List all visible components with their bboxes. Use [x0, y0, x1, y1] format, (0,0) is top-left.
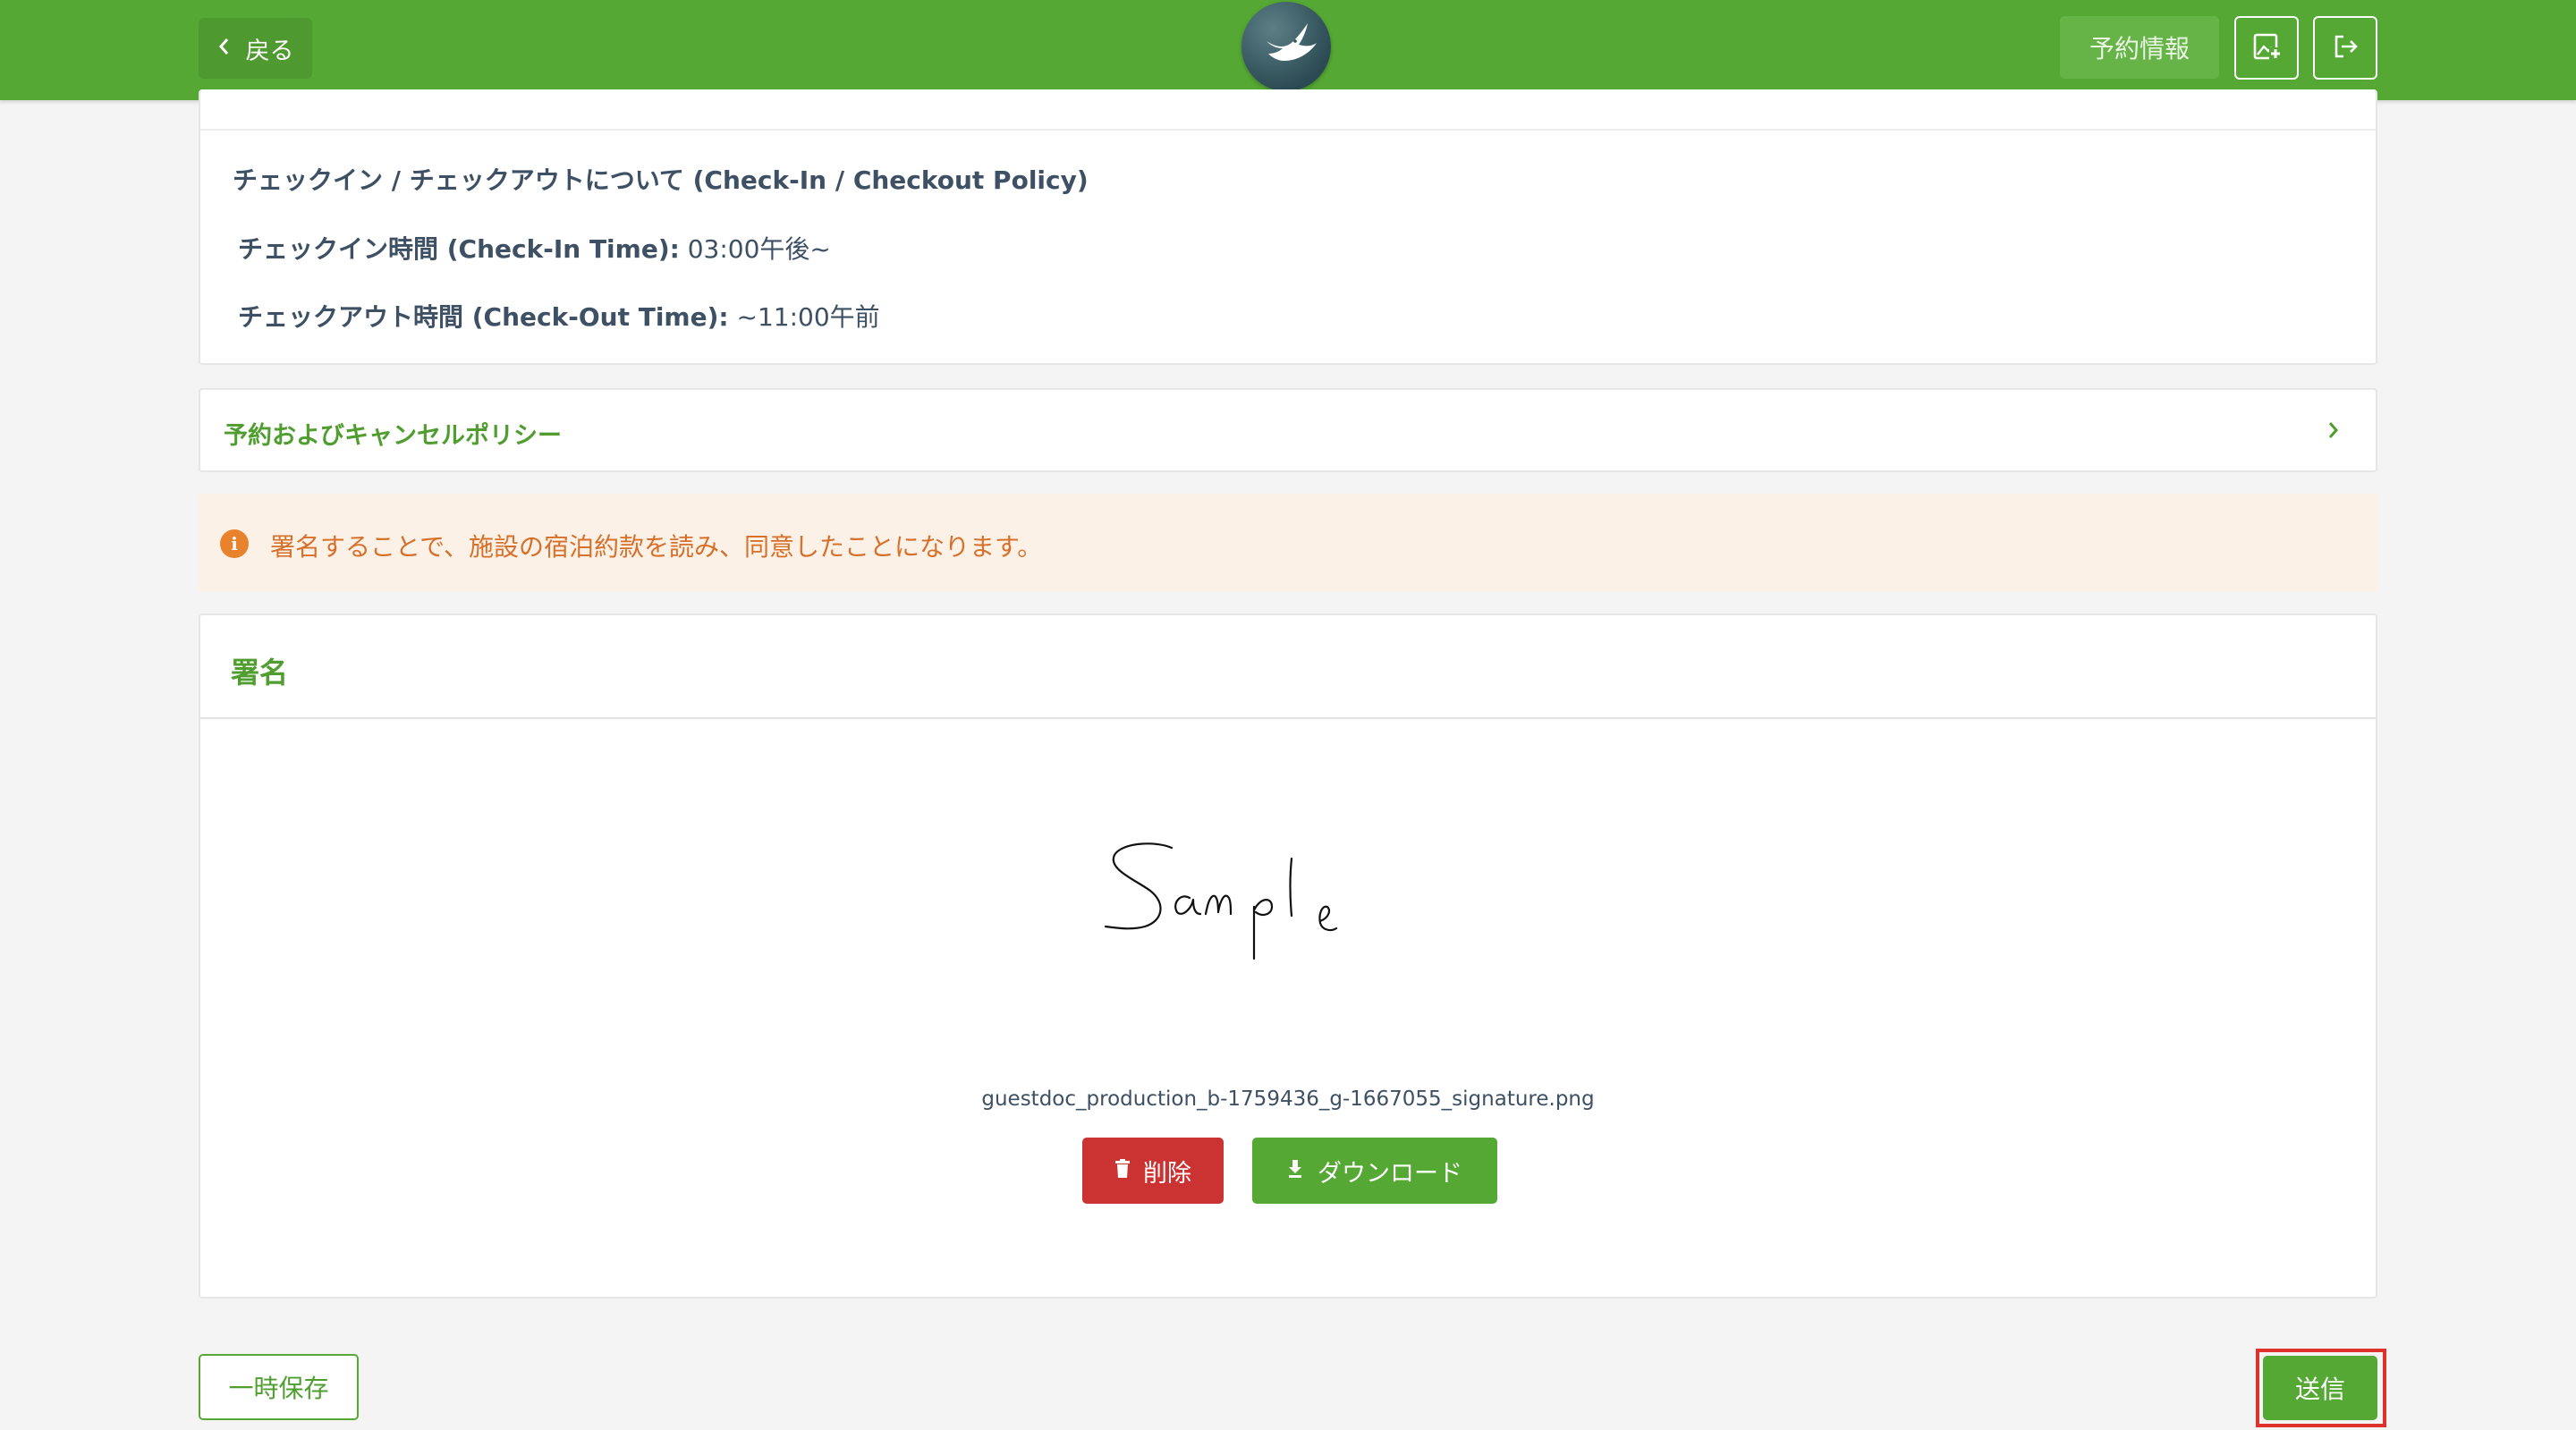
- back-label: 戻る: [245, 37, 294, 65]
- temporary-save-button[interactable]: 一時保存: [199, 1354, 359, 1420]
- submit-button[interactable]: 送信: [2263, 1356, 2377, 1420]
- checkout-time-value: ~11:00午前: [736, 302, 880, 332]
- download-icon: [1287, 1157, 1303, 1185]
- top-bar: 戻る 予約情報: [0, 0, 2576, 100]
- add-image-button[interactable]: [2234, 16, 2299, 80]
- notice-text: 署名することで、施設の宿泊約款を読み、同意したことになります。: [270, 532, 1043, 562]
- chevron-right-icon: [2327, 420, 2340, 444]
- info-icon: i: [220, 529, 249, 558]
- bird-logo-icon: [1241, 2, 1331, 91]
- signature-filename: guestdoc_production_b-1759436_g-1667055_…: [981, 1087, 1595, 1111]
- logout-icon: [2331, 32, 2360, 64]
- submit-label: 送信: [2294, 1375, 2345, 1404]
- checkin-policy-card: チェックイン / チェックアウトについて (Check-In / Checkou…: [199, 89, 2377, 365]
- temporary-save-label: 一時保存: [228, 1374, 329, 1403]
- download-button[interactable]: ダウンロード: [1252, 1138, 1497, 1204]
- cancel-policy-accordion[interactable]: 予約およびキャンセルポリシー: [199, 388, 2377, 472]
- reservation-info-label: 予約情報: [2089, 34, 2190, 63]
- delete-label: 削除: [1143, 1159, 1191, 1188]
- download-label: ダウンロード: [1318, 1159, 1462, 1188]
- signature-header: 署名: [200, 615, 2376, 719]
- reservation-info-button[interactable]: 予約情報: [2060, 16, 2219, 79]
- trash-icon: [1114, 1157, 1131, 1185]
- signature-image: [1093, 839, 1469, 1009]
- checkout-time-label: チェックアウト時間 (Check-Out Time):: [238, 302, 729, 332]
- add-image-icon: [2251, 31, 2282, 65]
- checkin-time-value: 03:00午後~: [687, 234, 831, 264]
- checkin-time-label: チェックイン時間 (Check-In Time):: [238, 234, 680, 264]
- agreement-notice: i 署名することで、施設の宿泊約款を読み、同意したことになります。: [199, 494, 2377, 592]
- back-button[interactable]: 戻る: [199, 18, 312, 79]
- signature-title: 署名: [231, 656, 289, 690]
- chevron-left-icon: [217, 37, 230, 61]
- signature-card: 署名 guestdoc_production_b-1759436_g-16670…: [199, 613, 2377, 1299]
- cancel-policy-label: 予約およびキャンセルポリシー: [224, 422, 562, 450]
- logout-button[interactable]: [2313, 16, 2377, 80]
- checkout-time-row: チェックアウト時間 (Check-Out Time): ~11:00午前: [238, 298, 880, 334]
- delete-button[interactable]: 削除: [1082, 1138, 1224, 1204]
- checkin-time-row: チェックイン時間 (Check-In Time): 03:00午後~: [238, 230, 831, 266]
- policy-title: チェックイン / チェックアウトについて (Check-In / Checkou…: [233, 165, 1089, 195]
- card-divider: [200, 89, 2376, 131]
